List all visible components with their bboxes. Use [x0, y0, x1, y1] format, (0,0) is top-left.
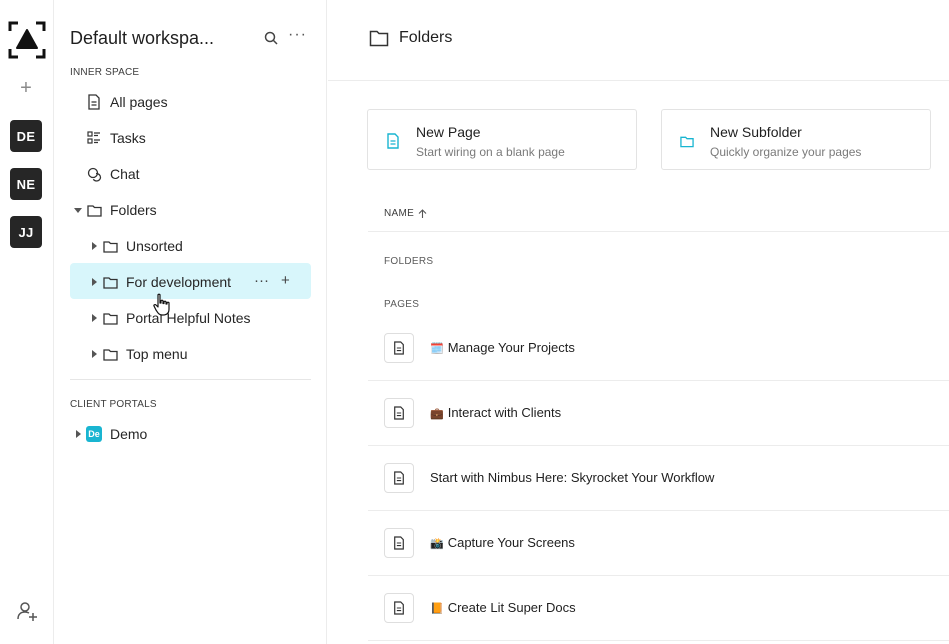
- page-title: Folders: [399, 29, 452, 47]
- workspace-badge-de[interactable]: DE: [10, 120, 42, 152]
- folder-item-label: For development: [126, 274, 231, 290]
- search-icon[interactable]: [263, 30, 279, 46]
- folder-icon: [102, 310, 118, 326]
- card-title: New Subfolder: [710, 124, 802, 140]
- add-icon[interactable]: +: [281, 272, 290, 289]
- chat-icon: [86, 166, 102, 182]
- document-icon: [384, 398, 414, 428]
- page-name: Manage Your Projects: [448, 340, 575, 355]
- add-workspace-button[interactable]: +: [15, 78, 37, 100]
- sidebar-item-chat[interactable]: Chat: [86, 156, 140, 192]
- workspace-badge-ne[interactable]: NE: [10, 168, 42, 200]
- card-title: New Page: [416, 124, 481, 140]
- document-icon: [386, 133, 400, 149]
- more-options-icon[interactable]: ···: [254, 272, 269, 289]
- document-icon: [384, 333, 414, 363]
- hand-cursor-icon: [152, 293, 172, 317]
- workspace-title[interactable]: Default workspa...: [70, 28, 250, 49]
- sidebar-item-label: Tasks: [110, 130, 146, 146]
- card-subtitle: Quickly organize your pages: [710, 145, 861, 159]
- portal-item-demo[interactable]: De Demo: [86, 416, 147, 452]
- pages-group-label: PAGES: [384, 299, 419, 310]
- folder-icon: [102, 238, 118, 254]
- sidebar-item-all-pages[interactable]: All pages: [86, 84, 168, 120]
- workspace-rail: + DE NE JJ: [0, 0, 54, 644]
- folder-item-label: Top menu: [126, 346, 187, 362]
- caret-right-icon[interactable]: [74, 430, 82, 438]
- column-label: NAME: [384, 208, 414, 219]
- folder-icon: [86, 202, 102, 218]
- client-portals-label: CLIENT PORTALS: [70, 399, 157, 410]
- page-row[interactable]: 📸 Capture Your Screens: [368, 511, 949, 576]
- page-row[interactable]: 💼 Interact with Clients: [368, 381, 949, 446]
- page-name: Capture Your Screens: [448, 535, 575, 550]
- caret-right-icon[interactable]: [90, 350, 98, 358]
- sidebar-item-label: All pages: [110, 94, 168, 110]
- folders-group-label: FOLDERS: [384, 256, 433, 267]
- page-emoji: 💼: [430, 407, 444, 420]
- folder-item-label: Unsorted: [126, 238, 183, 254]
- inner-space-label: INNER SPACE: [70, 67, 139, 78]
- sidebar-item-label: Folders: [110, 202, 157, 218]
- portal-item-label: Demo: [110, 426, 147, 442]
- main-header: Folders: [328, 0, 949, 81]
- page-title-text: 📙 Create Lit Super Docs: [430, 600, 576, 615]
- document-icon: [384, 528, 414, 558]
- page-emoji: 📙: [430, 602, 444, 615]
- page-title-text: 🗓️ Manage Your Projects: [430, 340, 575, 355]
- header-divider: [368, 231, 949, 232]
- page-title-text: 💼 Interact with Clients: [430, 405, 561, 420]
- sidebar-divider: [70, 379, 311, 380]
- new-subfolder-card[interactable]: New Subfolder Quickly organize your page…: [661, 109, 931, 170]
- sidebar-item-folders[interactable]: Folders: [86, 192, 157, 228]
- folder-icon: [102, 346, 118, 362]
- folder-item-unsorted[interactable]: Unsorted: [102, 228, 183, 264]
- page-emoji: 🗓️: [430, 342, 444, 355]
- page-name: Start with Nimbus Here: Skyrocket Your W…: [430, 470, 714, 485]
- name-column-header[interactable]: NAME: [384, 208, 427, 219]
- page-title-text: 📸 Capture Your Screens: [430, 535, 575, 550]
- workspace-badge-jj[interactable]: JJ: [10, 216, 42, 248]
- page-row[interactable]: Start with Nimbus Here: Skyrocket Your W…: [368, 446, 949, 511]
- more-options-icon[interactable]: ···: [288, 28, 306, 46]
- folder-item-portal-helpful-notes[interactable]: Portal Helpful Notes: [102, 300, 251, 336]
- caret-right-icon[interactable]: [90, 242, 98, 250]
- page-name: Interact with Clients: [448, 405, 561, 420]
- caret-right-icon[interactable]: [90, 314, 98, 322]
- sort-arrow-up-icon: [418, 209, 427, 219]
- tasks-icon: [86, 130, 102, 146]
- page-row[interactable]: 📙 Create Lit Super Docs: [368, 576, 949, 641]
- page-name: Create Lit Super Docs: [448, 600, 576, 615]
- caret-right-icon[interactable]: [90, 278, 98, 286]
- sidebar: Default workspa... ··· INNER SPACE All p…: [54, 0, 327, 644]
- portal-badge: De: [86, 426, 102, 442]
- document-icon: [384, 463, 414, 493]
- sidebar-item-tasks[interactable]: Tasks: [86, 120, 146, 156]
- sidebar-item-label: Chat: [110, 166, 140, 182]
- new-page-card[interactable]: New Page Start wiring on a blank page: [367, 109, 637, 170]
- add-user-icon[interactable]: [16, 600, 38, 622]
- page-title-text: Start with Nimbus Here: Skyrocket Your W…: [430, 470, 714, 485]
- folder-icon: [680, 135, 694, 148]
- document-icon: [86, 94, 102, 110]
- folder-icon: [102, 274, 118, 290]
- row-actions: ··· +: [254, 272, 290, 289]
- folder-icon: [369, 29, 389, 47]
- folder-item-top-menu[interactable]: Top menu: [102, 336, 187, 372]
- folder-item-label: Portal Helpful Notes: [126, 310, 251, 326]
- page-row[interactable]: 🗓️ Manage Your Projects: [368, 316, 949, 381]
- document-icon: [384, 593, 414, 623]
- caret-down-icon[interactable]: [74, 206, 82, 214]
- page-emoji: 📸: [430, 537, 444, 550]
- main-content: Folders New Page Start wiring on a blank…: [328, 0, 949, 644]
- app-logo-icon[interactable]: [8, 21, 46, 59]
- card-subtitle: Start wiring on a blank page: [416, 145, 565, 159]
